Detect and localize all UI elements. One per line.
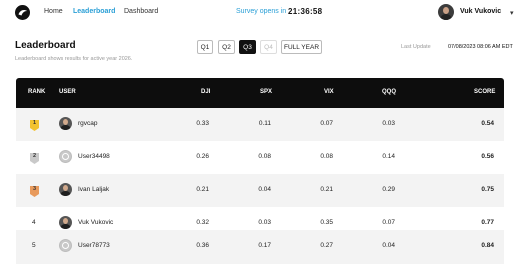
- table-header: RANK USER DJI SPX VIX QQQ SCORE: [16, 78, 504, 108]
- user-name[interactable]: User34498: [78, 153, 110, 160]
- top-nav: Home Leaderboard Dashboard Survey opens …: [0, 0, 520, 26]
- period-q3-button[interactable]: Q3: [239, 40, 256, 54]
- qqq-value: 0.04: [382, 242, 395, 249]
- gold-medal-icon: 1: [30, 118, 39, 131]
- last-update-label: Last Update: [401, 44, 431, 50]
- column-header-dji: DJI: [201, 89, 211, 95]
- qqq-value: 0.14: [382, 153, 395, 160]
- column-header-score: SCORE: [474, 89, 496, 95]
- qqq-value: 0.29: [382, 186, 395, 193]
- vix-value: 0.35: [320, 219, 333, 226]
- default-avatar-icon: [59, 150, 72, 163]
- dji-value: 0.33: [196, 120, 209, 127]
- user-avatar: [59, 117, 72, 130]
- page-subtitle: Leaderboard shows results for active yea…: [15, 56, 133, 62]
- dji-value: 0.21: [196, 186, 209, 193]
- table-row[interactable]: 1 rgvcap 0.33 0.11 0.07 0.03 0.54: [16, 108, 504, 141]
- vix-value: 0.08: [320, 153, 333, 160]
- profile-name[interactable]: Vuk Vukovic: [460, 8, 501, 15]
- table-row[interactable]: 5 User78773 0.36 0.17 0.27 0.04 0.84: [16, 230, 504, 264]
- silver-medal-icon: 2: [30, 151, 39, 164]
- user-avatar: [59, 216, 72, 229]
- last-update-value: 07/08/2023 08:06 AM EDT: [448, 44, 513, 50]
- logo-icon[interactable]: [15, 5, 30, 20]
- vix-value: 0.27: [320, 242, 333, 249]
- user-name[interactable]: User78773: [78, 242, 110, 249]
- default-avatar-icon: [59, 239, 72, 252]
- user-name[interactable]: Vuk Vukovic: [78, 219, 113, 226]
- period-q4-button: Q4: [260, 40, 277, 54]
- column-header-vix: VIX: [324, 89, 334, 95]
- bronze-medal-icon: 3: [30, 184, 39, 197]
- score-value: 0.56: [481, 153, 494, 160]
- nav-dashboard-link[interactable]: Dashboard: [124, 8, 158, 15]
- dji-value: 0.26: [196, 153, 209, 160]
- score-value: 0.84: [481, 242, 494, 249]
- period-full-year-button[interactable]: FULL YEAR: [281, 40, 322, 54]
- page-title: Leaderboard: [15, 40, 76, 51]
- vix-value: 0.07: [320, 120, 333, 127]
- dji-value: 0.32: [196, 219, 209, 226]
- dji-value: 0.36: [196, 242, 209, 249]
- column-header-user: USER: [59, 89, 76, 95]
- rank-number: 4: [32, 219, 36, 226]
- survey-countdown-timer: 21:36:58: [288, 7, 323, 16]
- score-value: 0.77: [481, 219, 494, 226]
- period-q2-button[interactable]: Q2: [218, 40, 235, 54]
- nav-home-link[interactable]: Home: [44, 8, 63, 15]
- column-header-spx: SPX: [260, 89, 273, 95]
- table-row[interactable]: 2 User34498 0.26 0.08 0.08 0.14 0.56: [16, 141, 504, 174]
- column-header-qqq: QQQ: [382, 89, 397, 95]
- vix-value: 0.21: [320, 186, 333, 193]
- spx-value: 0.04: [258, 186, 271, 193]
- survey-countdown-label: Survey opens in: [236, 8, 287, 15]
- qqq-value: 0.07: [382, 219, 395, 226]
- column-header-rank: RANK: [28, 89, 46, 95]
- spx-value: 0.03: [258, 219, 271, 226]
- avatar[interactable]: [438, 4, 454, 20]
- user-avatar: [59, 183, 72, 196]
- qqq-value: 0.03: [382, 120, 395, 127]
- rank-number: 5: [32, 242, 36, 249]
- chevron-down-icon[interactable]: ▾: [510, 9, 514, 17]
- spx-value: 0.08: [258, 153, 271, 160]
- spx-value: 0.17: [258, 242, 271, 249]
- nav-leaderboard-link[interactable]: Leaderboard: [73, 8, 115, 15]
- table-row[interactable]: 3 Ivan Laljak 0.21 0.04 0.21 0.29 0.75: [16, 174, 504, 207]
- period-q1-button[interactable]: Q1: [197, 40, 213, 54]
- score-value: 0.75: [481, 186, 494, 193]
- user-name[interactable]: rgvcap: [78, 120, 98, 127]
- spx-value: 0.11: [258, 120, 271, 127]
- score-value: 0.54: [481, 120, 494, 127]
- user-name[interactable]: Ivan Laljak: [78, 186, 109, 193]
